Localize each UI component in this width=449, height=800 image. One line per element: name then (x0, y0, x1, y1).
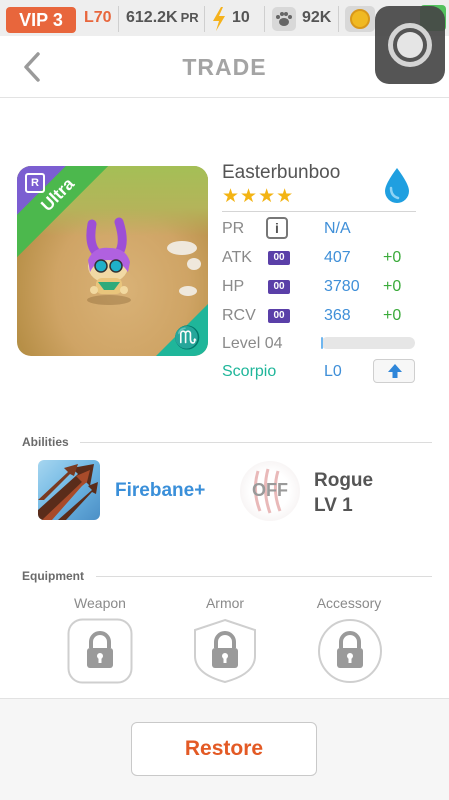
skill-name: Rogue (314, 470, 374, 491)
zodiac-level: L0 (324, 363, 342, 380)
status-divider (118, 6, 119, 32)
level-progress-fill (321, 337, 323, 349)
power-rating-value: 612.2K (126, 9, 178, 26)
atk-enhance-tag: 00 (268, 251, 290, 265)
scorpio-icon: ♏ (173, 325, 201, 350)
rcv-bonus: +0 (383, 307, 402, 324)
hp-label: HP (222, 278, 245, 295)
lightning-icon (213, 7, 225, 31)
vip-badge[interactable]: VIP 3 (6, 7, 76, 33)
status-divider (264, 6, 265, 32)
star-rating: ★★★★ (222, 186, 295, 207)
abilities-section-title: Abilities (22, 435, 69, 449)
rcv-enhance-tag: 00 (268, 309, 290, 323)
atk-value: 407 (324, 249, 351, 266)
zodiac-name: Scorpio (222, 363, 277, 380)
hp-enhance-tag: 00 (268, 280, 290, 294)
energy-count: 10 (232, 9, 250, 26)
hp-value: 3780 (324, 278, 360, 295)
status-divider (204, 6, 205, 32)
stone-decoration (187, 258, 201, 270)
accessory-slot[interactable] (317, 618, 383, 684)
assistive-touch-button[interactable] (375, 6, 445, 84)
rcv-value: 368 (324, 307, 351, 324)
arrow-up-icon (388, 364, 402, 378)
monster-name: Easterbunboo (222, 162, 341, 183)
firebane-ability-icon[interactable] (38, 460, 100, 520)
pr-value: N/A (324, 220, 351, 237)
equipment-section-title: Equipment (22, 569, 84, 583)
paw-currency: 92K (302, 9, 332, 26)
zodiac-upgrade-button[interactable] (373, 359, 415, 383)
accessory-slot-label: Accessory (316, 595, 382, 611)
skill-level: LV 1 (314, 495, 353, 516)
divider (80, 442, 432, 443)
restore-button[interactable]: Restore (131, 722, 317, 776)
armor-slot[interactable] (192, 618, 258, 684)
level-label: Level 04 (222, 335, 283, 352)
atk-bonus: +0 (383, 249, 402, 266)
coin-icon (345, 6, 375, 32)
status-divider (338, 6, 339, 32)
armor-slot-label: Armor (205, 595, 245, 611)
divider (96, 576, 432, 577)
rcv-label: RCV (222, 307, 256, 324)
player-level: L70 (84, 9, 112, 26)
stone-decoration (167, 241, 197, 255)
power-rating-unit: PR (180, 10, 199, 25)
power-rating: 612.2K PR (126, 9, 199, 27)
skill-state: OFF (252, 480, 288, 500)
divider (222, 211, 416, 212)
info-icon[interactable]: i (266, 217, 288, 239)
weapon-slot-label: Weapon (74, 595, 126, 611)
atk-label: ATK (222, 249, 252, 266)
ability-name: Firebane+ (115, 480, 206, 501)
hp-bonus: +0 (383, 278, 402, 295)
pr-label: PR (222, 220, 245, 237)
water-drop-icon (385, 168, 409, 203)
level-progress-bar (321, 337, 415, 349)
weapon-slot[interactable] (67, 618, 133, 684)
monster-sprite (86, 217, 131, 305)
rarity-badge-icon: R (25, 173, 45, 193)
stone-decoration (179, 286, 197, 296)
paw-icon (272, 7, 296, 31)
